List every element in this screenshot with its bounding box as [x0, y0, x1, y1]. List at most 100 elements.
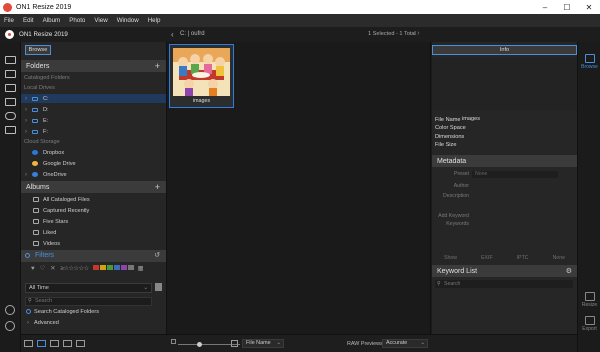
menu-window[interactable]: Window [117, 17, 139, 24]
list-options-icon[interactable] [155, 283, 162, 291]
browse-tab[interactable]: Browse [25, 45, 51, 55]
chevron-right-icon[interactable]: › [25, 129, 27, 135]
preset-select[interactable]: None [472, 171, 558, 178]
drive-d[interactable]: › D: [21, 105, 166, 114]
info-tab[interactable]: Info [432, 45, 577, 55]
chevron-right-icon[interactable]: › [25, 172, 27, 178]
color-swatch-3[interactable] [113, 265, 120, 270]
color-swatch-0[interactable] [92, 265, 99, 270]
onedrive-icon [32, 172, 38, 177]
menu-help[interactable]: Help [148, 17, 161, 24]
cataloged-folders-label[interactable]: Cataloged Folders [24, 75, 70, 81]
prev-next-arrows-icon[interactable]: ‹ › [413, 30, 420, 37]
menu-album[interactable]: Album [43, 17, 61, 24]
color-swatch-4[interactable] [120, 265, 127, 270]
description-row: Description [432, 193, 577, 201]
drive-label: E: [43, 117, 49, 124]
detail-view-icon[interactable] [50, 340, 59, 347]
album-captured-recently[interactable]: Captured Recently [21, 206, 166, 215]
folders-header[interactable]: Folders + [21, 60, 166, 72]
color-label-filter[interactable] [92, 265, 135, 272]
drive-e[interactable]: › E: [21, 116, 166, 125]
close-button[interactable]: ✕ [578, 0, 600, 14]
radio-icon[interactable] [26, 309, 31, 314]
cloud-label: Dropbox [43, 149, 65, 156]
cloud-dropbox[interactable]: Dropbox [21, 148, 166, 157]
menu-edit[interactable]: Edit [23, 17, 34, 24]
show-labels-checkbox[interactable] [231, 340, 238, 347]
add-folder-button[interactable]: + [155, 61, 160, 71]
chevron-right-icon[interactable]: › [25, 96, 27, 102]
keyword-list-header[interactable]: Keyword List ⚙ [432, 265, 577, 277]
advanced-toggle[interactable]: › Advanced [21, 318, 166, 327]
heart-icon[interactable]: ♥ [31, 265, 35, 272]
album-liked[interactable]: Liked [21, 228, 166, 237]
back-arrow-icon[interactable]: ‹ [171, 30, 174, 39]
browse-module-button[interactable]: Browse [578, 54, 600, 70]
image-icon[interactable] [5, 84, 16, 92]
resize-module-button[interactable]: Resize [578, 292, 600, 308]
chevron-right-icon[interactable]: › [25, 107, 27, 113]
chevron-right-icon[interactable]: › [25, 118, 27, 124]
color-swatch-2[interactable] [106, 265, 113, 270]
drive-c[interactable]: › C: [21, 94, 166, 103]
raw-previews-select[interactable]: Accurate ⌄ [382, 339, 428, 348]
meta-tab-exif[interactable]: EXIF [481, 255, 493, 264]
cloud-onedrive[interactable]: › OneDrive [21, 170, 166, 179]
star-rating-filter[interactable]: ≥☆☆☆☆☆ [60, 265, 89, 272]
grid-filter-icon[interactable]: ▦ [138, 265, 144, 272]
albums-header[interactable]: Albums + [21, 181, 166, 193]
raw-previews-label: RAW Previews [347, 341, 383, 347]
keywords-row: Keywords [432, 221, 577, 229]
reset-filters-icon[interactable]: ↺ [154, 251, 160, 259]
album-videos[interactable]: Videos [21, 239, 166, 248]
cloud-google-drive[interactable]: Google Drive [21, 159, 166, 168]
chevron-right-icon[interactable]: › [27, 320, 29, 326]
menu-view[interactable]: View [94, 17, 107, 24]
album-all-cataloged[interactable]: All Cataloged Files [21, 195, 166, 204]
monitor-icon[interactable] [5, 56, 16, 64]
drive-label: D: [43, 106, 49, 113]
drive-f[interactable]: › F: [21, 127, 166, 136]
meta-tab-none[interactable]: None [553, 255, 565, 264]
grid-view-icon[interactable] [24, 340, 33, 347]
filter-search-input[interactable]: ⚲ Search [25, 297, 152, 306]
time-range-select[interactable]: All Time ⌄ [25, 283, 152, 293]
slider-knob[interactable] [197, 342, 202, 347]
help-icon[interactable] [5, 321, 15, 331]
path-breadcrumb[interactable]: C: | oufrd [180, 31, 205, 37]
filter-toggle-icon[interactable] [25, 253, 30, 258]
menu-photo[interactable]: Photo [69, 17, 85, 24]
bottom-toolbar: File Name ⌄ RAW Previews Accurate ⌄ [21, 334, 577, 352]
user-icon[interactable] [5, 305, 15, 315]
right-panel: Info File Name Color Space Dimensions Fi… [432, 42, 577, 334]
heart-outline-icon[interactable]: ♡ [40, 265, 46, 272]
filmstrip-view-icon[interactable] [76, 340, 85, 347]
resize-module-label: Resize [581, 302, 598, 308]
camera-icon[interactable] [5, 70, 16, 78]
add-album-button[interactable]: + [155, 182, 160, 192]
color-swatch-5[interactable] [127, 265, 134, 270]
reject-icon[interactable]: ✕ [50, 265, 55, 272]
thumbnail-item[interactable]: images [169, 44, 234, 108]
filters-header[interactable]: Filters ↺ [21, 250, 166, 262]
maximize-button[interactable]: ☐ [556, 0, 578, 14]
albums-icon[interactable] [5, 98, 16, 106]
keyword-search-input[interactable]: ⚲ Search [435, 280, 573, 288]
compare-view-icon[interactable] [63, 340, 72, 347]
meta-tab-iptc[interactable]: IPTC [517, 255, 529, 264]
export-module-button[interactable]: Export [578, 316, 600, 332]
menu-file[interactable]: File [4, 17, 14, 24]
list-view-icon[interactable] [37, 340, 46, 347]
gear-icon[interactable]: ⚙ [566, 267, 572, 275]
meta-tab-show[interactable]: Show [444, 255, 457, 264]
search-cataloged-option[interactable]: Search Cataloged Folders [21, 307, 166, 316]
metadata-header[interactable]: Metadata [432, 155, 577, 167]
minimize-button[interactable]: – [534, 0, 556, 14]
layers-icon[interactable] [5, 126, 16, 134]
cloud-icon[interactable] [5, 112, 16, 120]
drive-label: F: [43, 128, 48, 135]
color-swatch-1[interactable] [99, 265, 106, 270]
sort-select[interactable]: File Name ⌄ [242, 339, 284, 348]
album-five-stars[interactable]: Five Stars [21, 217, 166, 226]
